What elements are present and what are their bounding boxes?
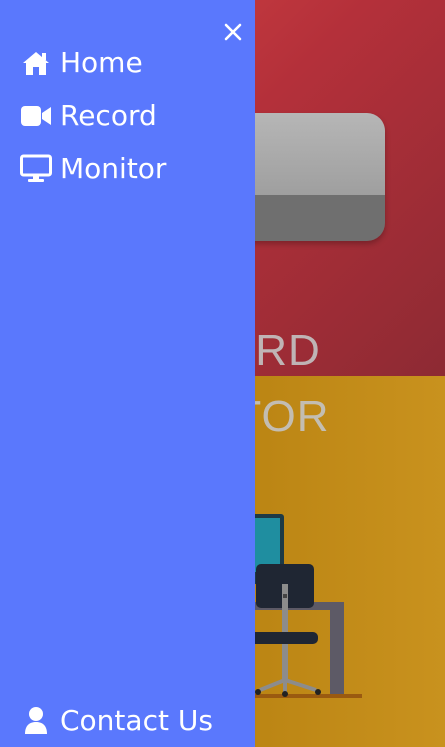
nav-item-label: Contact Us	[60, 704, 213, 737]
nav-item-label: Record	[60, 99, 157, 132]
nav-item-contact-us[interactable]: Contact Us	[20, 705, 213, 737]
nav-item-label: Monitor	[60, 152, 167, 185]
side-drawer: Home Record Monitor Contact Us	[0, 0, 255, 747]
nav-item-label: Home	[60, 46, 143, 79]
desktop-monitor-icon	[20, 153, 52, 185]
nav-item-monitor[interactable]: Monitor	[20, 153, 166, 185]
nav-item-home[interactable]: Home	[20, 47, 143, 79]
user-icon	[20, 705, 52, 737]
video-camera-icon	[20, 100, 52, 132]
app-screen: RECORD MONITOR	[0, 0, 445, 747]
close-button[interactable]	[219, 18, 247, 46]
nav-item-record[interactable]: Record	[20, 100, 157, 132]
close-icon	[224, 23, 242, 41]
home-icon	[20, 47, 52, 79]
